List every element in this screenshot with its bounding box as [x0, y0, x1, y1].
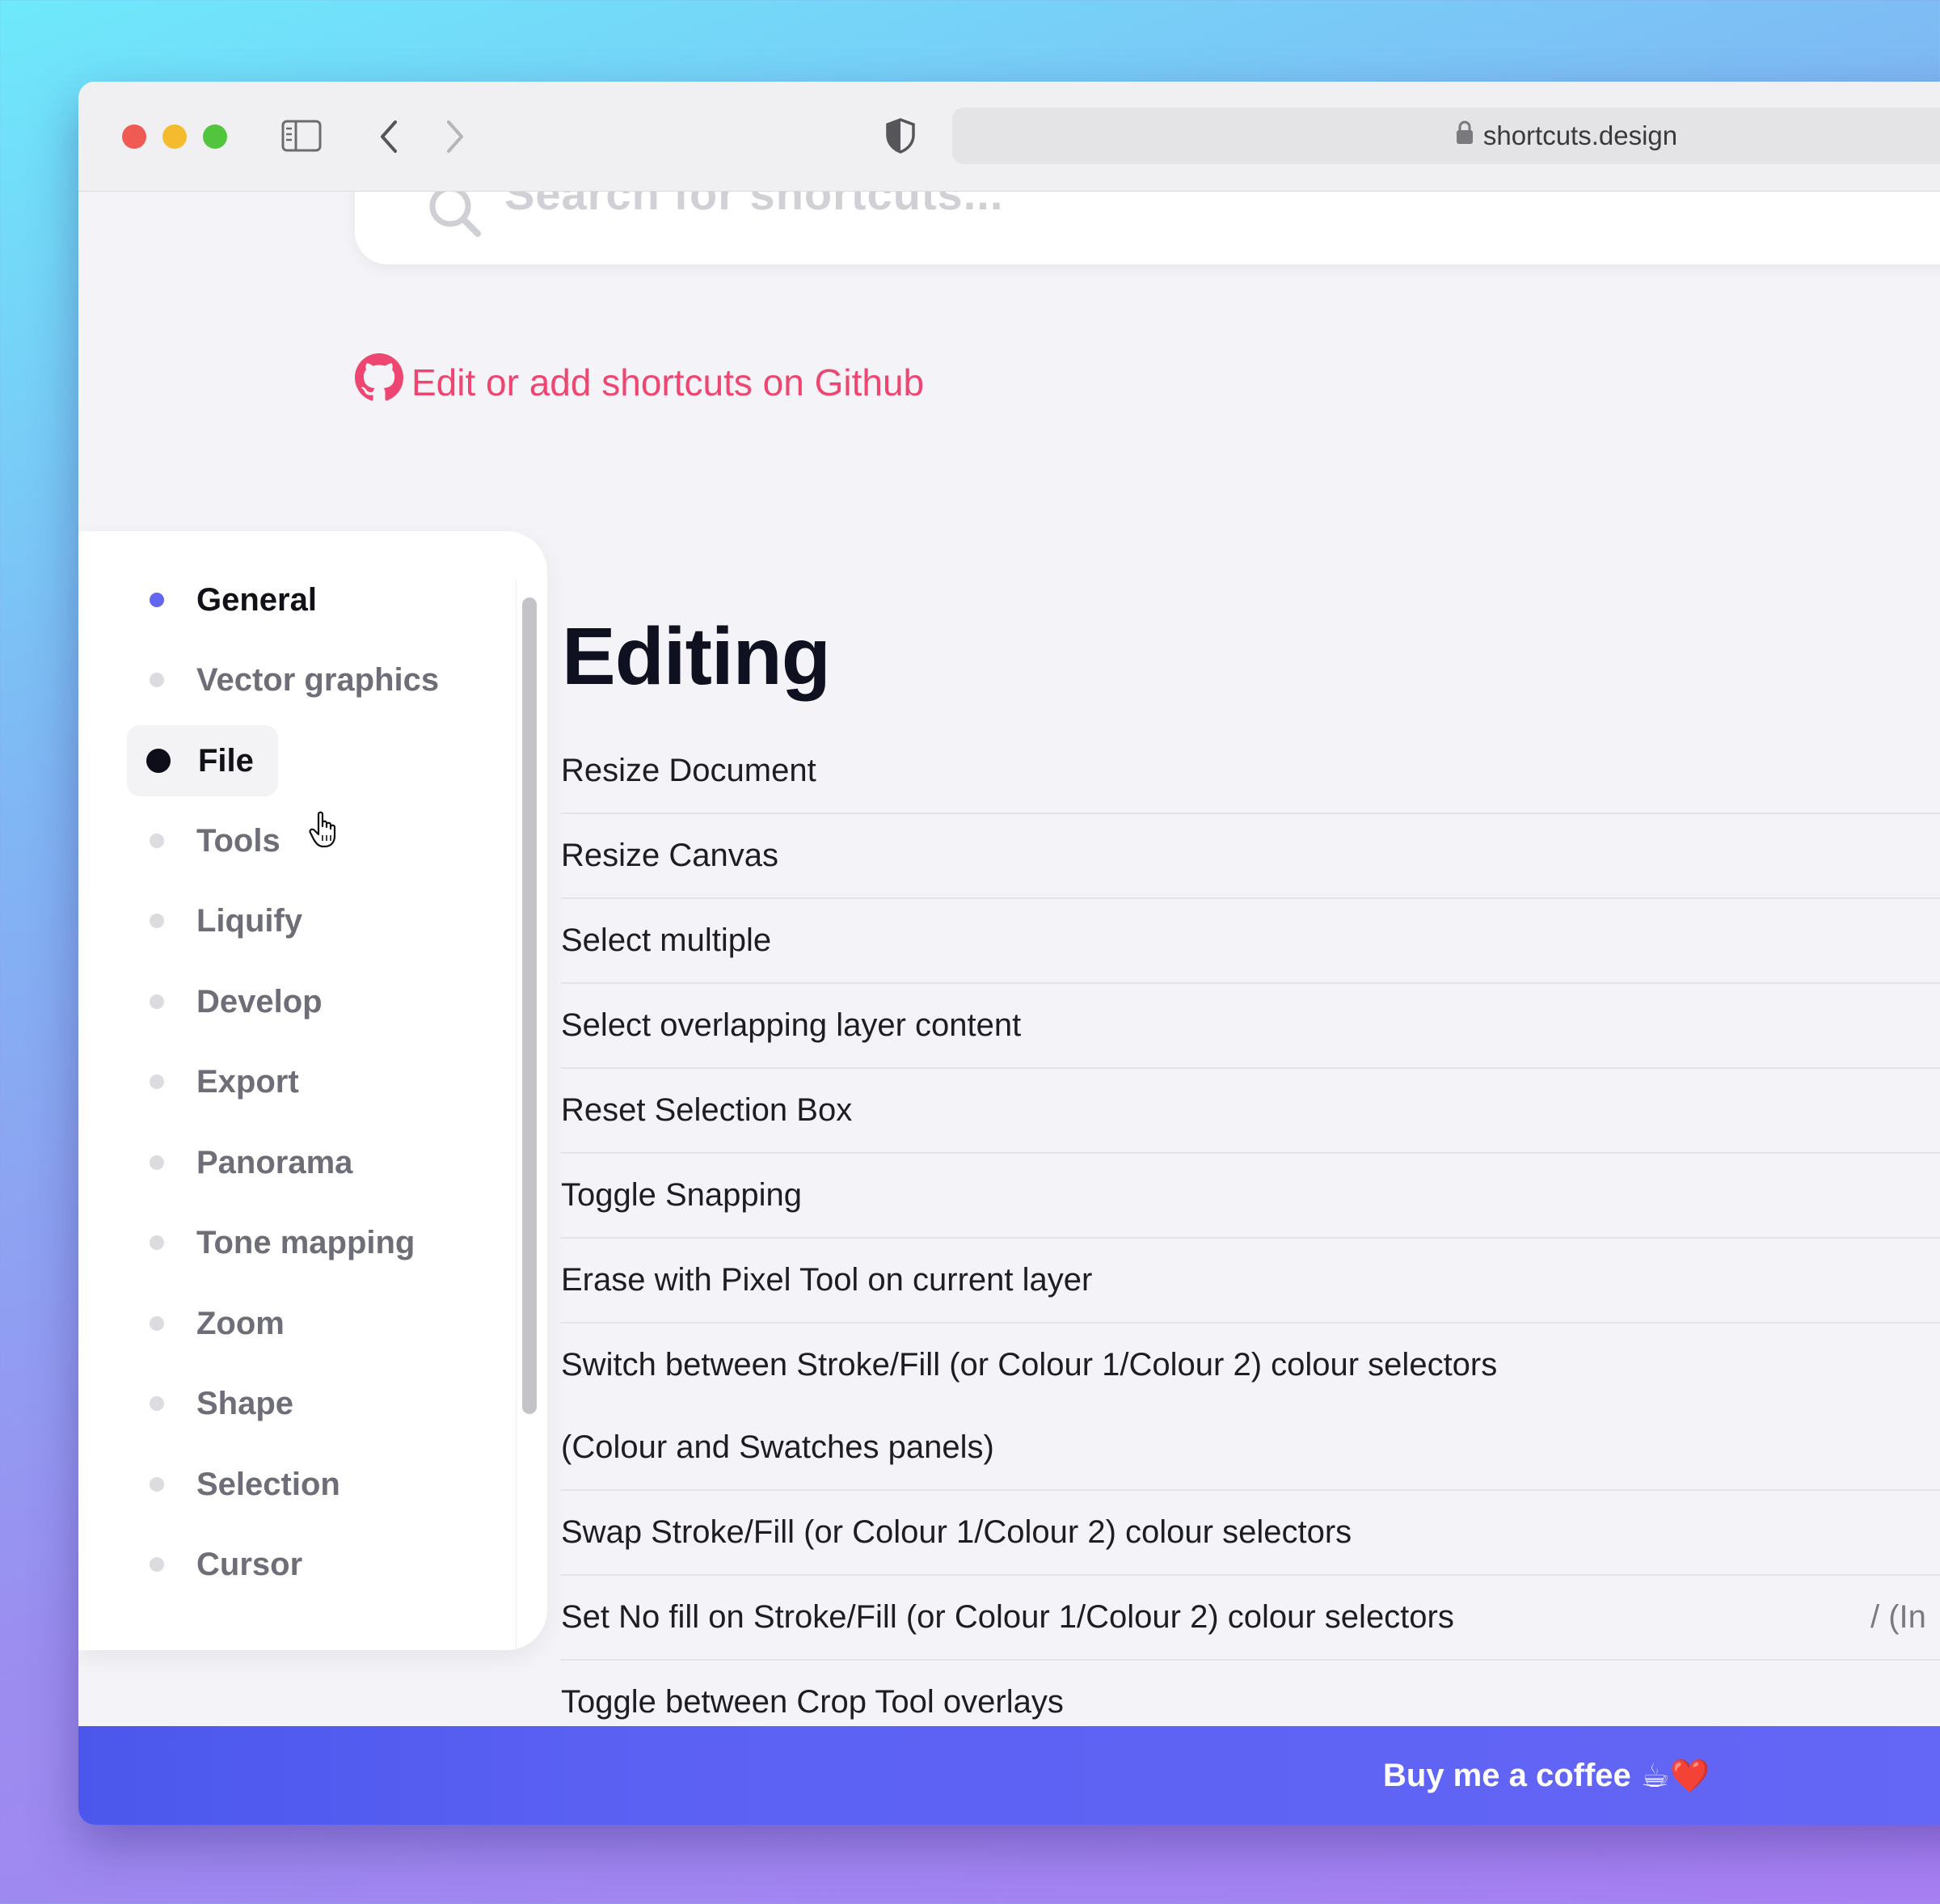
shortcut-row[interactable]: Erase with Pixel Tool on current layer	[561, 1239, 1940, 1324]
search-icon	[428, 184, 484, 244]
shortcut-label: Select overlapping layer content	[561, 1007, 1022, 1043]
sidebar-item-label: Selection	[196, 1466, 340, 1502]
sidebar-item-tone-mapping[interactable]: Tone mapping	[127, 1207, 439, 1278]
address-bar[interactable]: shortcuts.design	[952, 108, 1940, 164]
sidebar-item-label: Export	[196, 1063, 299, 1100]
shortcut-label: Set No fill on Stroke/Fill (or Colour 1/…	[561, 1599, 1454, 1635]
footer-bar: Buy me a coffee ☕❤️	[78, 1726, 1940, 1825]
shortcut-row[interactable]: Select multiple	[561, 899, 1940, 984]
privacy-shield-icon[interactable]	[884, 117, 917, 154]
sidebar-item-label: Cursor	[196, 1546, 303, 1582]
shortcut-label: Toggle Snapping	[561, 1177, 803, 1213]
bullet-dot-icon	[150, 1477, 164, 1492]
bullet-dot-icon	[150, 1396, 164, 1411]
bullet-dot-icon	[150, 673, 164, 687]
shortcut-row[interactable]: Resize Document	[561, 728, 1940, 814]
github-edit-link[interactable]: Edit or add shortcuts on Github	[355, 353, 924, 411]
close-window-button[interactable]	[122, 125, 146, 149]
sidebar-item-general[interactable]: General	[127, 564, 341, 635]
coffee-label: Buy me a coffee	[1383, 1757, 1631, 1793]
sidebar-item-panorama[interactable]: Panorama	[127, 1127, 377, 1198]
sidebar-item-label: Tone mapping	[196, 1224, 415, 1260]
bullet-dot-icon	[150, 1074, 164, 1089]
bullet-dot-icon	[150, 914, 164, 928]
sidebar-item-develop[interactable]: Develop	[127, 966, 347, 1037]
shortcut-list: Resize Document Resize Canvas Select mul…	[561, 728, 1940, 1744]
page-content: Search for shortcuts... Edit or add shor…	[78, 143, 1940, 1729]
sidebar-item-label: Panorama	[196, 1144, 353, 1180]
shortcut-label: Swap Stroke/Fill (or Colour 1/Colour 2) …	[561, 1514, 1352, 1550]
bullet-dot-icon	[150, 994, 164, 1009]
shortcut-label: Erase with Pixel Tool on current layer	[561, 1262, 1093, 1298]
bullet-dot-icon	[150, 1557, 164, 1572]
back-arrow-icon[interactable]	[377, 119, 402, 154]
url-text: shortcuts.design	[1482, 120, 1678, 150]
minimize-window-button[interactable]	[162, 125, 187, 149]
bullet-dot-icon	[150, 1155, 164, 1170]
sidebar-item-label: General	[196, 581, 317, 618]
sidebar-item-label: Develop	[196, 983, 323, 1020]
sidebar-item-zoom[interactable]: Zoom	[127, 1288, 309, 1359]
shortcut-label: Reset Selection Box	[561, 1092, 853, 1128]
browser-window: shortcuts.design Search for shortcuts...…	[78, 82, 1940, 1825]
sidebar-toggle-icon[interactable]	[281, 120, 322, 152]
browser-toolbar: shortcuts.design	[78, 82, 1940, 192]
zoom-window-button[interactable]	[203, 125, 227, 149]
sidebar-item-label: File	[198, 742, 254, 779]
bullet-dot-icon	[150, 1235, 164, 1250]
sidebar-item-label: Tools	[196, 822, 280, 859]
sidebar-item-liquify[interactable]: Liquify	[127, 885, 327, 956]
sidebar-item-label: Shape	[196, 1385, 294, 1421]
shortcut-row[interactable]: Switch between Stroke/Fill (or Colour 1/…	[561, 1324, 1940, 1491]
buy-me-a-coffee-button[interactable]: Buy me a coffee ☕❤️	[1383, 1726, 1710, 1825]
shortcut-row[interactable]: Toggle Snapping	[561, 1154, 1940, 1239]
bullet-dot-icon	[150, 593, 164, 607]
sidebar-item-vector-graphics[interactable]: Vector graphics	[127, 644, 463, 716]
hand-pointer-cursor-icon	[309, 811, 341, 852]
shortcut-row[interactable]: Resize Canvas	[561, 814, 1940, 899]
shortcut-label: Switch between Stroke/Fill (or Colour 1/…	[561, 1347, 1498, 1465]
bullet-dot-icon	[146, 749, 171, 773]
shortcut-keys: / (In	[1870, 1599, 1926, 1635]
shortcut-row[interactable]: Select overlapping layer content	[561, 984, 1940, 1069]
sidebar-item-file[interactable]: File	[127, 725, 278, 796]
sidebar-item-tools[interactable]: Tools	[127, 805, 305, 876]
section-title: Editing	[562, 611, 831, 702]
github-link-label: Edit or add shortcuts on Github	[411, 361, 925, 403]
sidebar-item-shape[interactable]: Shape	[127, 1368, 318, 1439]
shortcut-label: Resize Canvas	[561, 838, 779, 873]
sidebar-item-label: Liquify	[196, 902, 303, 939]
shortcut-label: Select multiple	[561, 922, 772, 958]
bullet-dot-icon	[150, 1316, 164, 1331]
github-icon	[355, 353, 403, 411]
sidebar-item-export[interactable]: Export	[127, 1046, 323, 1117]
coffee-heart-emoji: ☕❤️	[1640, 1758, 1710, 1794]
sidebar-item-label: Zoom	[196, 1305, 285, 1341]
sidebar-item-selection[interactable]: Selection	[127, 1449, 365, 1520]
lock-icon	[1456, 120, 1474, 151]
sidebar-item-cursor[interactable]: Cursor	[127, 1529, 327, 1600]
shortcut-label: Resize Document	[561, 753, 816, 788]
shortcut-row[interactable]: Set No fill on Stroke/Fill (or Colour 1/…	[561, 1576, 1940, 1661]
sidebar-scrollbar-thumb[interactable]	[522, 597, 537, 1414]
shortcut-row[interactable]: Reset Selection Box	[561, 1069, 1940, 1154]
category-sidebar: General Vector graphics File Tools Liqui…	[78, 531, 547, 1650]
shortcut-row[interactable]: Swap Stroke/Fill (or Colour 1/Colour 2) …	[561, 1491, 1940, 1576]
bullet-dot-icon	[150, 834, 164, 848]
forward-arrow-icon[interactable]	[442, 119, 466, 154]
sidebar-item-label: Vector graphics	[196, 661, 440, 698]
